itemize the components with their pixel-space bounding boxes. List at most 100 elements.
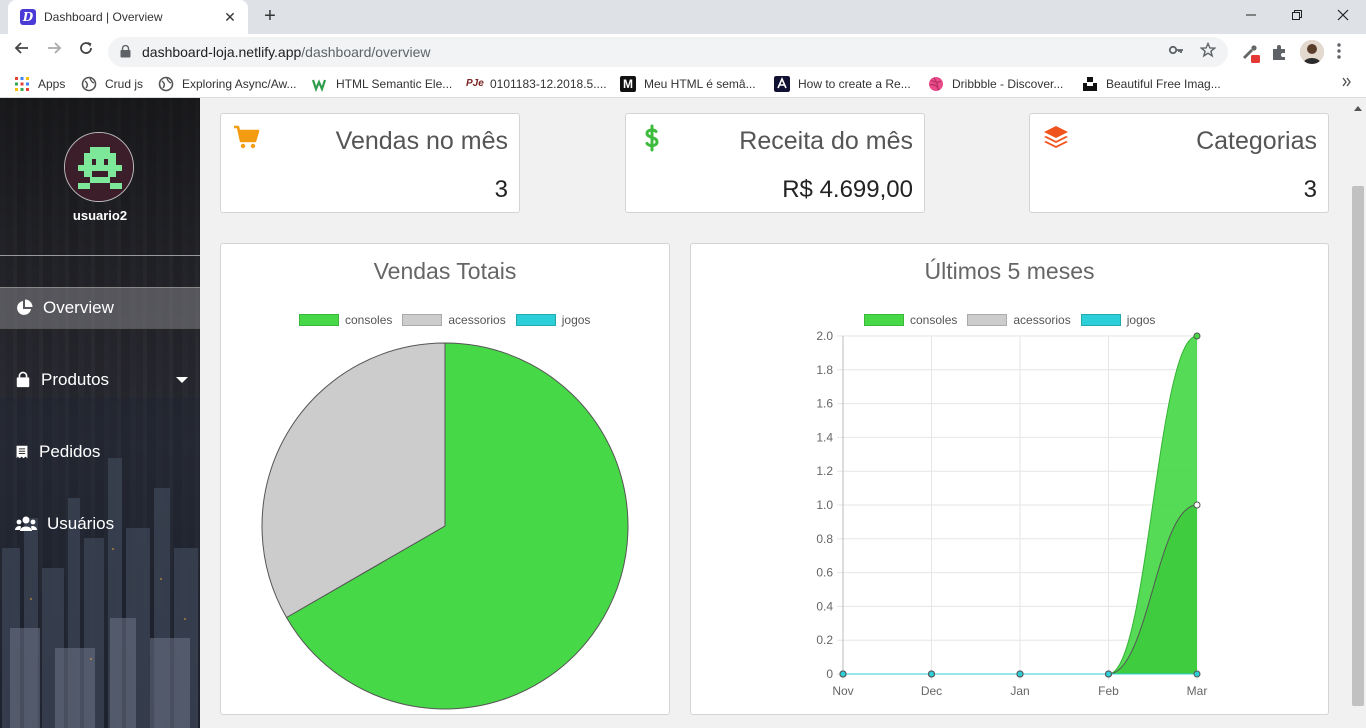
bookmark-dribbble[interactable]: Dribbble - Discover... xyxy=(928,75,1063,93)
x-tick-label: Feb xyxy=(1098,684,1119,698)
profile-avatar[interactable] xyxy=(1300,40,1324,64)
shopping-bag-icon xyxy=(16,371,30,388)
bookmark-apps[interactable]: Apps xyxy=(14,75,65,93)
apps-grid-icon xyxy=(15,77,29,91)
sidebar-item-pedidos[interactable]: Pedidos xyxy=(0,431,200,473)
chart-title: Últimos 5 meses xyxy=(924,258,1095,284)
key-icon[interactable] xyxy=(1166,42,1186,62)
bookmark-exploring-async[interactable]: Exploring Async/Aw... xyxy=(158,75,297,93)
x-tick-label: Dec xyxy=(921,684,942,698)
data-point-jogos[interactable] xyxy=(1016,670,1024,678)
bookmark-meu-html[interactable]: M Meu HTML é semâ... xyxy=(620,75,756,93)
x-tick-label: Nov xyxy=(832,684,853,698)
legend-label: acessorios xyxy=(448,313,506,327)
reload-icon[interactable] xyxy=(74,40,98,64)
area-chart: 2.0 1.8 1.6 1.4 1.2 1.0 0.8 0.6 0.4 0.2 0 Nov Dec Jan… xyxy=(816,329,1207,698)
tab-close-icon[interactable]: ✕ xyxy=(222,9,238,26)
bookmark-label: Exploring Async/Aw... xyxy=(182,77,297,91)
chart-title: Vendas Totais xyxy=(373,258,517,284)
pie-chart-icon xyxy=(17,299,33,315)
sidebar-item-label: Usuários xyxy=(47,514,115,533)
y-tick-label: 0.2 xyxy=(816,633,833,647)
main-content: Vendas no mês 3 Receita do mês R$ 4.699,… xyxy=(200,98,1350,728)
data-point-jogos[interactable] xyxy=(839,670,847,678)
legend-swatch xyxy=(864,314,904,326)
legend-item-acessorios[interactable]: acessorios xyxy=(402,313,506,327)
bookmark-html-semantic[interactable]: HTML Semantic Ele... xyxy=(312,75,452,93)
page-scrollbar[interactable] xyxy=(1350,98,1366,728)
browser-toolbar: dashboard-loja.netlify.app/dashboard/ove… xyxy=(0,34,1366,70)
users-icon xyxy=(15,516,37,531)
data-point-acessorios[interactable] xyxy=(1193,501,1201,509)
stat-card-receita: Receita do mês R$ 4.699,00 xyxy=(625,113,925,213)
restore-window-icon[interactable] xyxy=(1274,0,1320,30)
color-picker-extension-icon[interactable] xyxy=(1240,42,1262,64)
dashboard-favicon-icon: D xyxy=(20,9,36,25)
bookmark-beautiful-free-images[interactable]: Beautiful Free Imag... xyxy=(1082,75,1221,93)
sidebar-item-usuarios[interactable]: Usuários xyxy=(0,503,200,545)
w3schools-icon xyxy=(312,79,327,92)
globe-icon xyxy=(81,76,97,92)
legend-swatch xyxy=(299,314,339,326)
back-arrow-icon[interactable] xyxy=(10,40,34,64)
bookmark-crud-js[interactable]: Crud js xyxy=(81,75,143,93)
y-tick-label: 1.4 xyxy=(816,430,833,444)
extensions-puzzle-icon[interactable] xyxy=(1270,42,1292,64)
url-path: /dashboard/overview xyxy=(301,44,431,60)
y-tick-label: 2.0 xyxy=(816,329,833,343)
y-tick-label: 0 xyxy=(826,667,833,681)
scroll-thumb[interactable] xyxy=(1352,186,1364,706)
bookmark-label: Apps xyxy=(38,77,66,91)
close-window-icon[interactable] xyxy=(1320,0,1366,30)
sidebar-item-label: Overview xyxy=(43,298,114,317)
legend-item-consoles[interactable]: consoles xyxy=(864,313,957,327)
pixel-identicon-icon xyxy=(65,133,133,201)
bookmark-label: 0101183-12.2018.5.... xyxy=(490,77,607,91)
bookmark-pje[interactable]: PJe 0101183-12.2018.5.... xyxy=(466,75,607,93)
stat-card-categorias: Categorias 3 xyxy=(1029,113,1329,213)
data-point-jogos[interactable] xyxy=(1105,670,1112,678)
bookmarks-overflow-icon[interactable] xyxy=(1342,74,1352,90)
address-bar[interactable]: dashboard-loja.netlify.app/dashboard/ove… xyxy=(108,37,1228,67)
legend-swatch xyxy=(967,314,1008,326)
chevron-down-icon[interactable] xyxy=(176,377,188,383)
stat-title: Vendas no mês xyxy=(335,127,508,155)
layers-icon xyxy=(1044,126,1068,148)
bookmark-label: Meu HTML é semâ... xyxy=(644,77,756,91)
chart-card-vendas-totais: Vendas Totais consoles acessorios jogos xyxy=(220,243,670,715)
sidebar-item-produtos[interactable]: Produtos xyxy=(0,359,200,401)
pje-icon: PJe xyxy=(466,78,484,89)
legend-item-jogos[interactable]: jogos xyxy=(515,313,590,327)
data-point-jogos[interactable] xyxy=(928,670,935,678)
browser-menu-icon[interactable] xyxy=(1336,42,1358,64)
forward-arrow-icon[interactable] xyxy=(42,40,66,64)
x-tick-label: Jan xyxy=(1010,684,1029,698)
stat-title: Categorias xyxy=(1196,127,1317,155)
dollar-icon xyxy=(645,124,659,152)
lock-icon xyxy=(120,45,131,58)
y-tick-label: 0.4 xyxy=(816,599,833,613)
bookmark-label: Dribbble - Discover... xyxy=(952,77,1064,91)
browser-tab-strip: D Dashboard | Overview ✕ + xyxy=(0,0,1366,34)
scroll-up-arrow-icon[interactable] xyxy=(1354,106,1362,111)
sidebar-item-overview[interactable]: Overview xyxy=(0,287,200,329)
url-text: dashboard-loja.netlify.app/dashboard/ove… xyxy=(142,44,430,60)
data-point-consoles[interactable] xyxy=(1193,332,1201,340)
bookmark-label: How to create a Re... xyxy=(798,77,911,91)
y-tick-label: 1.6 xyxy=(816,397,833,411)
bookmark-how-to-create[interactable]: How to create a Re... xyxy=(774,75,911,93)
new-tab-button[interactable]: + xyxy=(258,4,282,28)
legend-swatch xyxy=(1080,314,1121,326)
chart-card-ultimos-meses: Últimos 5 meses consoles acessorios jogo… xyxy=(690,243,1329,715)
star-icon[interactable] xyxy=(1198,41,1218,62)
shopping-cart-icon xyxy=(234,125,260,149)
receipt-icon xyxy=(16,445,28,459)
browser-tab[interactable]: D Dashboard | Overview ✕ xyxy=(8,0,248,34)
minimize-window-icon[interactable] xyxy=(1228,0,1274,30)
legend-item-jogos[interactable]: jogos xyxy=(1080,313,1155,327)
legend-item-consoles[interactable]: consoles xyxy=(299,313,392,327)
legend-item-acessorios[interactable]: acessorios xyxy=(967,313,1071,327)
data-point-jogos[interactable] xyxy=(1193,670,1201,678)
stat-title: Receita do mês xyxy=(739,127,913,155)
avatar[interactable] xyxy=(64,132,134,202)
